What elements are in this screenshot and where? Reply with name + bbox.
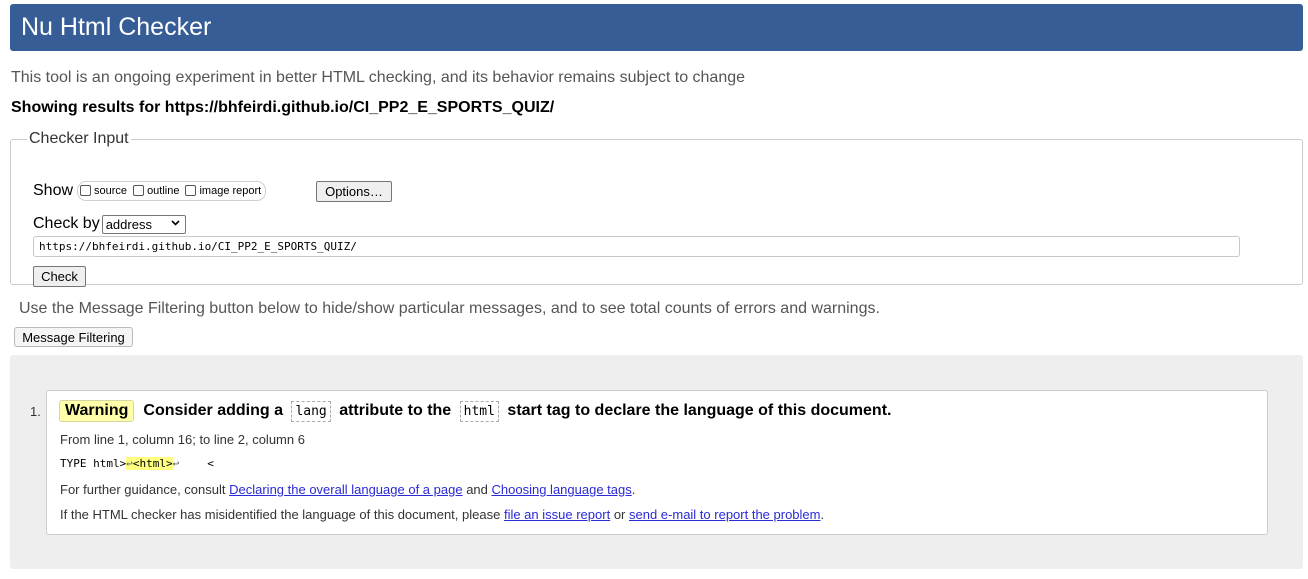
extract-before: TYPE html> <box>60 457 127 470</box>
send-email-link[interactable]: send e-mail to report the problem <box>629 507 820 522</box>
code-html: html <box>459 400 499 422</box>
results-heading: Showing results for https://bhfeirdi.git… <box>11 99 555 116</box>
check-by-select[interactable]: address <box>101 214 186 234</box>
guidance-text: For further guidance, consult Declaring … <box>60 482 635 497</box>
show-options-group: source outline image report <box>77 181 267 201</box>
check-by-row: Check by address <box>33 214 186 234</box>
guidance-prefix: For further guidance, consult <box>60 482 226 497</box>
results-panel: 1. Warning Consider adding a lang attrib… <box>10 355 1303 569</box>
check-button[interactable]: Check <box>33 266 86 287</box>
message-filtering-button[interactable]: Message Filtering <box>14 327 133 347</box>
warning-badge: Warning <box>59 400 135 422</box>
message-location: From line 1, column 16; to line 2, colum… <box>60 432 305 447</box>
image-report-checkbox[interactable] <box>185 184 197 196</box>
choosing-language-tags-link[interactable]: Choosing language tags <box>492 482 632 497</box>
image-report-checkbox-label: image report <box>199 185 262 197</box>
extract-after: < <box>207 457 214 470</box>
show-label: Show <box>33 182 74 199</box>
extract-highlight: <html> <box>132 457 173 470</box>
checker-input-legend: Checker Input <box>29 130 129 147</box>
outline-checkbox-label: outline <box>147 185 180 197</box>
options-button[interactable]: Options… <box>316 181 392 202</box>
misidentified-suffix: . <box>820 507 825 522</box>
message-item: Warning Consider adding a lang attribute… <box>46 390 1268 535</box>
filter-note: Use the Message Filtering button below t… <box>19 300 880 317</box>
show-row: Show source outline image report <box>33 180 267 202</box>
message-number: 1. <box>30 404 41 419</box>
source-checkbox-label: source <box>94 185 128 197</box>
check-by-selected-value: address <box>105 216 152 232</box>
guidance-and: and <box>466 482 488 497</box>
url-input-value: https://bhfeirdi.github.io/CI_PP2_E_SPOR… <box>39 240 357 253</box>
line-feed-icon: ↩ <box>172 457 180 470</box>
misidentified-or: or <box>613 507 626 522</box>
show-outline-option[interactable]: outline <box>133 184 180 197</box>
url-input[interactable]: https://bhfeirdi.github.io/CI_PP2_E_SPOR… <box>33 236 1240 257</box>
checker-input-fieldset: Checker Input Show source outline image … <box>10 130 1303 287</box>
intro-text: This tool is an ongoing experiment in be… <box>11 69 746 86</box>
message-heading: Warning Consider adding a lang attribute… <box>59 400 891 422</box>
misidentified-prefix: If the HTML checker has misidentified th… <box>60 507 501 522</box>
source-checkbox[interactable] <box>80 184 92 196</box>
page-title: Nu Html Checker <box>21 13 212 41</box>
code-lang: lang <box>291 400 331 422</box>
misidentified-text: If the HTML checker has misidentified th… <box>60 507 824 522</box>
file-issue-report-link[interactable]: file an issue report <box>504 507 610 522</box>
outline-checkbox[interactable] <box>133 184 145 196</box>
message-text-part: Consider adding a <box>143 401 283 419</box>
source-extract: TYPE html> ↩ <html> ↩ < <box>60 457 214 470</box>
message-text: Consider adding a lang attribute to the … <box>143 400 892 422</box>
chevron-down-icon <box>170 217 181 231</box>
guidance-suffix: . <box>631 482 636 497</box>
line-feed-icon: ↩ <box>126 457 133 470</box>
message-text-part: attribute to the <box>339 401 452 419</box>
message-text-part: start tag to declare the language of thi… <box>507 401 892 419</box>
show-source-option[interactable]: source <box>80 184 128 197</box>
show-image-report-option[interactable]: image report <box>185 184 262 197</box>
check-by-label: Check by <box>33 215 100 232</box>
declaring-language-link[interactable]: Declaring the overall language of a page <box>229 482 462 497</box>
page-header: Nu Html Checker <box>10 4 1303 51</box>
